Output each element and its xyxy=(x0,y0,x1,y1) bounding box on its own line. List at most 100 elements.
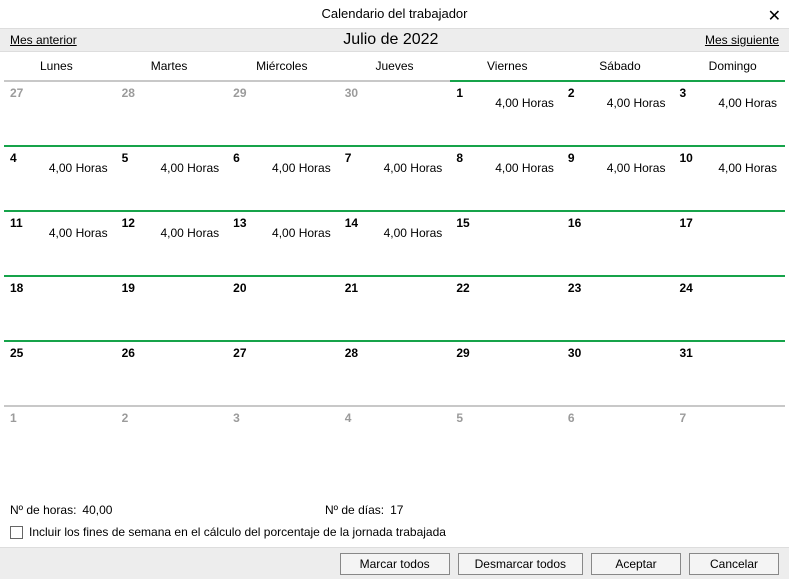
calendar-day[interactable]: 124,00 Horas xyxy=(116,210,228,275)
day-number: 2 xyxy=(568,86,575,100)
weekday-label: Viernes xyxy=(451,59,564,73)
day-hours: 4,00 Horas xyxy=(384,161,443,175)
day-number: 27 xyxy=(10,86,23,100)
calendar-week: 27 28 29 30 1 4,00 Horas 24,00 Horas 3 4,00 Hora… xyxy=(4,80,785,145)
day-number: 18 xyxy=(10,281,23,295)
day-number: 10 xyxy=(679,151,692,165)
calendar-day[interactable]: 16 xyxy=(562,210,674,275)
day-number: 5 xyxy=(122,151,129,165)
cancel-button[interactable]: Cancelar xyxy=(689,553,779,575)
calendar-day[interactable]: 30 xyxy=(562,340,674,405)
calendar-day[interactable]: 23 xyxy=(562,275,674,340)
calendar-day[interactable]: 24 xyxy=(673,275,785,340)
day-number: 24 xyxy=(679,281,692,295)
calendar-day[interactable]: 19 xyxy=(116,275,228,340)
day-number: 21 xyxy=(345,281,358,295)
calendar-day[interactable]: 114,00 Horas xyxy=(4,210,116,275)
calendar-day[interactable]: 27 xyxy=(4,80,116,145)
day-number: 20 xyxy=(233,281,246,295)
day-number: 3 xyxy=(679,86,686,100)
calendar-day[interactable]: 22 xyxy=(450,275,562,340)
day-hours: 4,00 Horas xyxy=(718,96,777,110)
next-month-link[interactable]: Mes siguiente xyxy=(705,33,779,47)
calendar-day[interactable]: 6 4,00 Horas xyxy=(227,145,339,210)
calendar-day[interactable]: 7 xyxy=(673,405,785,470)
hours-label: Nº de horas: xyxy=(10,503,76,517)
accept-button[interactable]: Aceptar xyxy=(591,553,681,575)
day-hours: 4,00 Horas xyxy=(607,161,666,175)
calendar-day[interactable]: 2 xyxy=(116,405,228,470)
calendar-day[interactable]: 26 xyxy=(116,340,228,405)
calendar-day[interactable]: 3 xyxy=(227,405,339,470)
mark-all-button[interactable]: Marcar todos xyxy=(340,553,450,575)
calendar-day[interactable]: 84,00 Horas xyxy=(450,145,562,210)
include-weekends-row: Incluir los fines de semana en el cálcul… xyxy=(10,525,446,539)
day-hours: 4,00 Horas xyxy=(160,226,219,240)
calendar-day[interactable]: 104,00 Horas xyxy=(673,145,785,210)
calendar-day[interactable]: 9 4,00 Horas xyxy=(562,145,674,210)
days-value: 17 xyxy=(390,503,403,517)
calendar-day[interactable]: 27 xyxy=(227,340,339,405)
day-hours: 4,00 Horas xyxy=(272,226,331,240)
day-number: 26 xyxy=(122,346,135,360)
day-number: 13 xyxy=(233,216,246,230)
calendar-day[interactable]: 3 4,00 Horas xyxy=(673,80,785,145)
calendar-day[interactable]: 1 4,00 Horas xyxy=(450,80,562,145)
month-nav: Mes anterior Julio de 2022 Mes siguiente xyxy=(0,28,789,52)
calendar-day[interactable]: 30 xyxy=(339,80,451,145)
calendar-day[interactable]: 21 xyxy=(339,275,451,340)
calendar-day[interactable]: 7 4,00 Horas xyxy=(339,145,451,210)
calendar-day[interactable]: 17 xyxy=(673,210,785,275)
day-number: 29 xyxy=(456,346,469,360)
calendar-day[interactable]: 1 xyxy=(4,405,116,470)
calendar-day[interactable]: 31 xyxy=(673,340,785,405)
day-number: 6 xyxy=(568,411,575,425)
calendar-day[interactable]: 28 xyxy=(116,80,228,145)
day-number: 30 xyxy=(568,346,581,360)
unmark-all-button[interactable]: Desmarcar todos xyxy=(458,553,583,575)
calendar-day[interactable]: 29 xyxy=(227,80,339,145)
day-hours: 4,00 Horas xyxy=(272,161,331,175)
include-weekends-checkbox[interactable] xyxy=(10,526,23,539)
weekday-header: Lunes Martes Miércoles Jueves Viernes Sá… xyxy=(0,52,789,80)
day-hours: 4,00 Horas xyxy=(160,161,219,175)
day-number: 14 xyxy=(345,216,358,230)
include-weekends-label: Incluir los fines de semana en el cálcul… xyxy=(29,525,446,539)
calendar-week: 44,00 Horas54,00 Horas64,00 Horas74,00 H… xyxy=(4,145,785,210)
calendar-day[interactable]: 5 4,00 Horas xyxy=(116,145,228,210)
calendar-day[interactable]: 15 xyxy=(450,210,562,275)
calendar-day[interactable]: 4 xyxy=(339,405,451,470)
day-number: 31 xyxy=(679,346,692,360)
close-icon[interactable]: ✕ xyxy=(768,3,781,31)
day-number: 28 xyxy=(122,86,135,100)
month-title: Julio de 2022 xyxy=(343,31,438,49)
day-hours: 4,00 Horas xyxy=(384,226,443,240)
calendar-day[interactable]: 44,00 Horas xyxy=(4,145,116,210)
calendar-day[interactable]: 6 xyxy=(562,405,674,470)
calendar-day[interactable]: 28 xyxy=(339,340,451,405)
calendar-day[interactable]: 18 xyxy=(4,275,116,340)
calendar-day[interactable]: 20 xyxy=(227,275,339,340)
dialog-title: Calendario del trabajador xyxy=(322,6,468,21)
day-number: 6 xyxy=(233,151,240,165)
day-number: 4 xyxy=(10,151,17,165)
day-number: 7 xyxy=(345,151,352,165)
hours-value: 40,00 xyxy=(82,503,112,517)
day-number: 9 xyxy=(568,151,575,165)
summary-row: Nº de horas: 40,00 Nº de días: 17 xyxy=(10,503,779,517)
calendar-day[interactable]: 25 xyxy=(4,340,116,405)
calendar-day[interactable]: 29 xyxy=(450,340,562,405)
day-number: 1 xyxy=(10,411,17,425)
calendar-day[interactable]: 13 4,00 Horas xyxy=(227,210,339,275)
day-number: 1 xyxy=(456,86,463,100)
day-hours: 4,00 Horas xyxy=(49,226,108,240)
calendar-day[interactable]: 24,00 Horas xyxy=(562,80,674,145)
day-hours: 4,00 Horas xyxy=(495,96,554,110)
day-number: 27 xyxy=(233,346,246,360)
prev-month-link[interactable]: Mes anterior xyxy=(10,33,77,47)
calendar-day[interactable]: 5 xyxy=(450,405,562,470)
day-number: 19 xyxy=(122,281,135,295)
calendar-week: 25 26 27 28 29 30 31 xyxy=(4,340,785,405)
calendar-day[interactable]: 14 4,00 Horas xyxy=(339,210,451,275)
day-number: 29 xyxy=(233,86,246,100)
